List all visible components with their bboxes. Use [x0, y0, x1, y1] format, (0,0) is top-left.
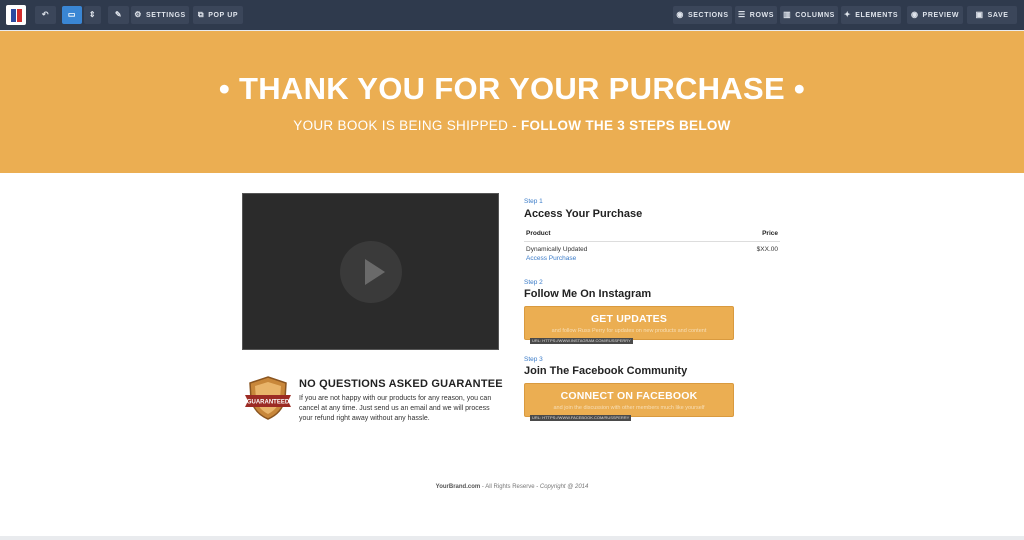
elements-label: ELEMENTS	[855, 11, 899, 19]
rows-label: ROWS	[749, 11, 774, 19]
step-1-label[interactable]: Step 1	[524, 198, 543, 205]
undo-icon: ↶	[41, 10, 50, 19]
external-link-icon: ⧉	[197, 10, 205, 19]
columns-button[interactable]: ▥ COLUMNS	[780, 6, 838, 24]
step-2-label[interactable]: Step 2	[524, 279, 543, 286]
guarantee-text[interactable]: If you are not happy with our products f…	[299, 394, 499, 424]
rows-button[interactable]: ☰ ROWS	[735, 6, 777, 24]
guarantee-badge-icon: GUARANTEED	[245, 376, 291, 420]
col-price: Price	[762, 230, 778, 237]
step-1-title[interactable]: Access Your Purchase	[524, 208, 642, 220]
sections-label: SECTIONS	[688, 11, 729, 19]
row-product: Dynamically Updated	[526, 246, 588, 253]
step-3-label[interactable]: Step 3	[524, 356, 543, 363]
popup-label: POP UP	[208, 11, 239, 19]
sections-button[interactable]: ◉ SECTIONS	[673, 6, 732, 24]
hero-title[interactable]: • THANK YOU FOR YOUR PURCHASE •	[0, 71, 1024, 107]
elements-icon: ✦	[843, 10, 852, 19]
logo-red-bar	[16, 8, 22, 22]
connect-facebook-label: CONNECT ON FACEBOOK	[560, 390, 698, 402]
desktop-icon: ▭	[67, 10, 77, 19]
save-button[interactable]: ▣ SAVE	[967, 6, 1017, 24]
col-product: Product	[526, 230, 551, 237]
footer-brand: YourBrand.com	[435, 484, 481, 490]
hero-subtitle[interactable]: YOUR BOOK IS BEING SHIPPED - FOLLOW THE …	[0, 118, 1024, 133]
wrench-icon: ✎	[114, 10, 123, 19]
desktop-view-button[interactable]: ▭	[62, 6, 82, 24]
editor-toolbar: ↶ ▭ ⇕ ✎ ⚙ SETTINGS ⧉ POP UP ◉ SECTIONS ☰…	[0, 0, 1024, 30]
preview-label: PREVIEW	[922, 11, 960, 19]
columns-icon: ▥	[783, 10, 792, 19]
row-price: $XX.00	[756, 246, 778, 253]
app-logo[interactable]	[6, 5, 26, 25]
save-label: SAVE	[987, 11, 1009, 19]
sections-icon: ◉	[676, 10, 684, 19]
step-2-title[interactable]: Follow Me On Instagram	[524, 288, 651, 300]
settings-label: SETTINGS	[145, 11, 186, 19]
save-icon: ▣	[975, 10, 984, 19]
columns-label: COLUMNS	[795, 11, 835, 19]
preview-button[interactable]: ◉ PREVIEW	[907, 6, 963, 24]
up-down-arrows-icon: ⇕	[88, 10, 97, 19]
step-3-title[interactable]: Join The Facebook Community	[524, 365, 687, 377]
popup-button[interactable]: ⧉ POP UP	[193, 6, 243, 24]
guarantee-title[interactable]: NO QUESTIONS ASKED GUARANTEE	[299, 378, 503, 390]
hero-section[interactable]: • THANK YOU FOR YOUR PURCHASE • YOUR BOO…	[0, 31, 1024, 173]
purchase-table-header: Product Price	[524, 228, 780, 242]
access-purchase-link[interactable]: Access Purchase	[526, 255, 576, 262]
facebook-url-tag: URL: HTTPS://WWW.FACEBOOK.COM/RUSSPERRY	[530, 415, 632, 421]
instagram-url-tag: URL: HTTPS://WWW.INSTAGRAM.COM/RUSSPERRY	[530, 338, 633, 344]
rows-icon: ☰	[738, 10, 746, 19]
get-updates-label: GET UPDATES	[590, 313, 668, 325]
settings-button[interactable]: ⚙ SETTINGS	[131, 6, 189, 24]
get-updates-button[interactable]: GET UPDATES and follow Russ Perry for up…	[524, 306, 734, 340]
page-footer[interactable]: YourBrand.com - All Rights Reserve - Cop…	[0, 484, 1024, 490]
footer-rights: - All Rights Reserve -	[480, 484, 540, 490]
device-toggle-button[interactable]: ⇕	[84, 6, 101, 24]
eye-icon: ◉	[910, 10, 919, 19]
play-icon	[365, 259, 385, 285]
elements-button[interactable]: ✦ ELEMENTS	[841, 6, 901, 24]
gear-icon: ⚙	[134, 10, 142, 19]
play-button[interactable]	[340, 241, 402, 303]
connect-facebook-button[interactable]: CONNECT ON FACEBOOK and join the discuss…	[524, 383, 734, 417]
badge-text: GUARANTEED	[247, 400, 290, 406]
footer-copyright: Copyright @ 2014	[539, 484, 589, 490]
get-updates-sublabel: and follow Russ Perry for updates on new…	[551, 328, 707, 334]
page-canvas: • THANK YOU FOR YOUR PURCHASE • YOUR BOO…	[0, 31, 1024, 536]
undo-button[interactable]: ↶	[35, 6, 56, 24]
tools-button[interactable]: ✎	[108, 6, 129, 24]
logo-blue-bar	[10, 8, 16, 22]
connect-facebook-sublabel: and join the discussion with other membe…	[553, 405, 705, 411]
hero-subtitle-bold: FOLLOW THE 3 STEPS BELOW	[521, 118, 731, 133]
hero-subtitle-lead: YOUR BOOK IS BEING SHIPPED -	[293, 118, 522, 133]
video-player[interactable]	[242, 193, 499, 350]
